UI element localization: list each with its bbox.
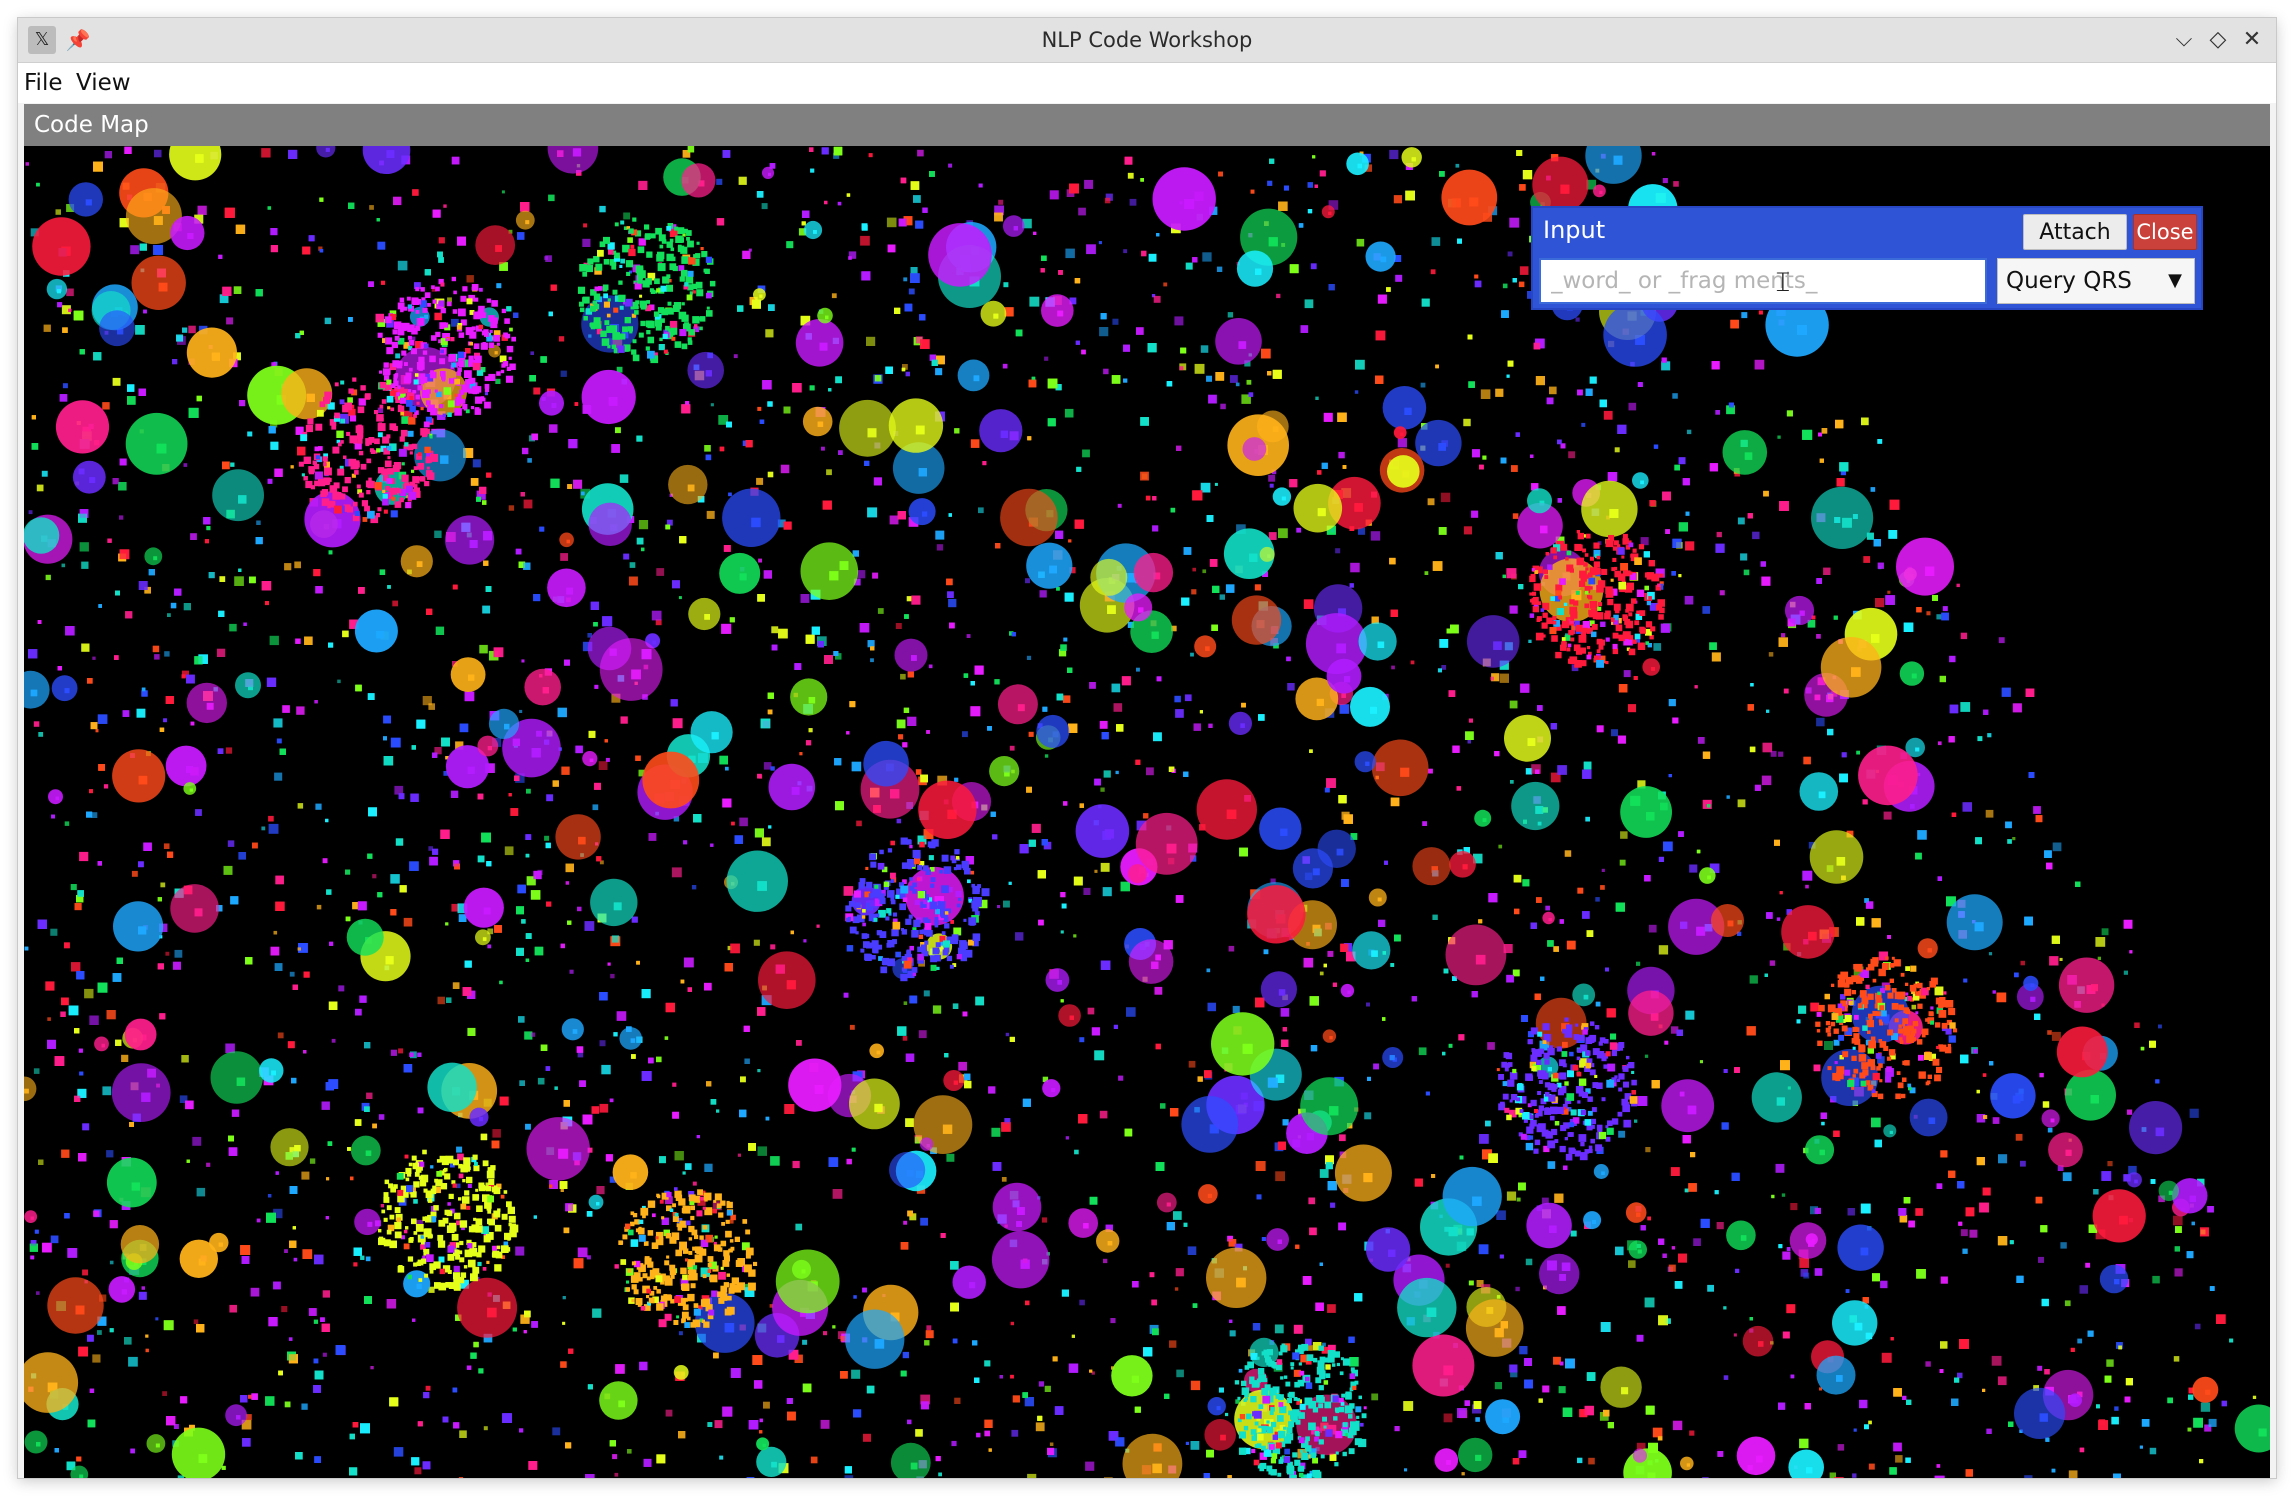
- mode-select[interactable]: Query QRS ▼: [1997, 258, 2195, 304]
- menu-bar: File View: [18, 63, 2276, 103]
- code-map-canvas[interactable]: [24, 146, 2270, 1478]
- panel-title: Code Map: [24, 104, 2270, 146]
- menu-view[interactable]: View: [76, 63, 131, 103]
- close-panel-button[interactable]: Close: [2133, 214, 2197, 250]
- code-map-scatter[interactable]: [24, 146, 2270, 1478]
- title-bar[interactable]: 𝕏 📌 NLP Code Workshop ⌵ ◇ ✕: [18, 18, 2276, 63]
- app-window: 𝕏 📌 NLP Code Workshop ⌵ ◇ ✕ File View Co…: [18, 18, 2276, 1478]
- mode-select-value: Query QRS: [2006, 268, 2132, 294]
- query-input[interactable]: [1539, 258, 1987, 304]
- menu-file[interactable]: File: [24, 63, 63, 103]
- chevron-down-icon: ▼: [2168, 270, 2182, 291]
- window-title: NLP Code Workshop: [1041, 28, 1253, 52]
- input-panel: Input Attach Close 𝙸 Query QRS ▼: [1531, 206, 2203, 310]
- map-points: [24, 146, 2270, 1478]
- input-panel-title: Input: [1543, 216, 1606, 244]
- maximize-button[interactable]: ◇: [2202, 24, 2234, 56]
- attach-button[interactable]: Attach: [2023, 214, 2127, 250]
- close-window-button[interactable]: ✕: [2236, 24, 2268, 56]
- minimize-button[interactable]: ⌵: [2168, 24, 2200, 56]
